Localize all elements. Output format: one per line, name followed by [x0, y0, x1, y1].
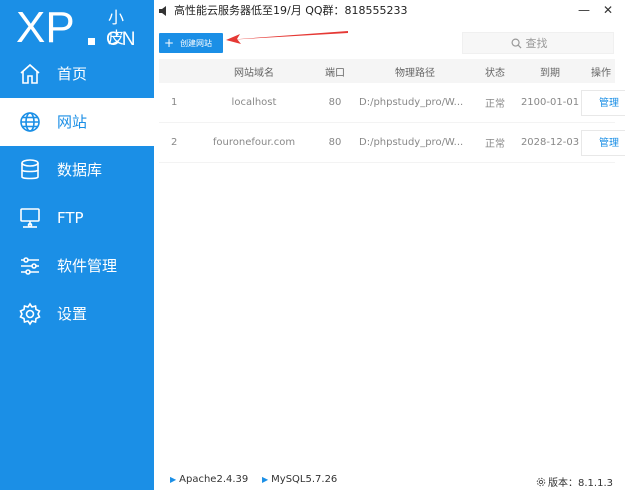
- sidebar-item-website[interactable]: 网站: [0, 98, 154, 146]
- apache-status[interactable]: ▶ Apache2.4.39: [170, 474, 248, 486]
- speaker-icon: [159, 6, 166, 16]
- server-icon: [20, 208, 40, 228]
- row-path[interactable]: D:/phpstudy_pro/W...: [353, 137, 477, 148]
- version-label: 版本：8.1.1.3: [548, 478, 613, 489]
- plus-icon: +: [164, 36, 175, 50]
- sidebar: XP 小皮 CN 首页 网站 数据库 FTP 软件管理 设置: [0, 0, 154, 490]
- database-icon: [21, 159, 39, 180]
- version-info: 版本：8.1.1.3: [536, 474, 613, 489]
- row-port: 80: [328, 97, 342, 108]
- manage-button[interactable]: 管理: [581, 89, 625, 116]
- top-notice-bar: 高性能云服务器低至19/月 QQ群：818555233 — ✕: [154, 0, 625, 24]
- row-expiry: 2100-01-01: [520, 97, 580, 108]
- sidebar-item-label: 软件管理: [57, 257, 118, 275]
- play-icon: ▶: [170, 475, 177, 484]
- row-action: 管理: [581, 89, 625, 116]
- sidebar-item-home[interactable]: 首页: [0, 50, 154, 98]
- row-domain[interactable]: localhost: [191, 97, 317, 108]
- row-port: 80: [328, 137, 342, 148]
- table-header: 网站域名 端口 物理路径 状态 到期 操作: [159, 59, 615, 83]
- header-status: 状态: [485, 67, 505, 79]
- sidebar-nav: 首页 网站 数据库 FTP 软件管理 设置: [0, 50, 154, 338]
- logo-dot: [88, 38, 95, 45]
- annotation-arrow: [226, 31, 348, 44]
- header-path: 物理路径: [395, 67, 435, 79]
- table-row: 1 localhost 80 D:/phpstudy_pro/W... 正常 2…: [159, 83, 625, 123]
- website-table: 网站域名 端口 物理路径 状态 到期 操作 1 localhost 80 D:/…: [159, 59, 625, 163]
- logo-main: XP: [16, 3, 75, 52]
- row-status: 正常: [485, 139, 505, 150]
- header-port: 端口: [325, 67, 345, 79]
- row-index: 1: [171, 97, 178, 108]
- mysql-status[interactable]: ▶ MySQL5.7.26: [262, 474, 337, 486]
- home-icon: [20, 63, 40, 84]
- row-action: 管理: [581, 129, 625, 156]
- search-input[interactable]: [525, 36, 566, 50]
- gear-icon: [19, 302, 41, 326]
- close-button[interactable]: ✕: [600, 2, 616, 18]
- sidebar-item-label: 首页: [57, 65, 88, 83]
- row-status: 正常: [485, 99, 505, 110]
- gear-icon: [536, 477, 546, 487]
- globe-icon: [20, 112, 40, 132]
- sidebar-item-label: 数据库: [57, 161, 103, 179]
- mysql-label: MySQL5.7.26: [271, 474, 338, 485]
- apache-label: Apache2.4.39: [179, 474, 249, 485]
- row-domain[interactable]: fouronefour.com: [191, 137, 317, 148]
- notice-text[interactable]: 高性能云服务器低至19/月 QQ群：818555233: [174, 4, 408, 18]
- header-expiry: 到期: [540, 67, 560, 79]
- row-path[interactable]: D:/phpstudy_pro/W...: [353, 97, 477, 108]
- sidebar-item-database[interactable]: 数据库: [0, 146, 154, 194]
- header-domain: 网站域名: [234, 67, 274, 79]
- sidebar-item-ftp[interactable]: FTP: [0, 194, 154, 242]
- header-action: 操作: [591, 67, 611, 79]
- row-index: 2: [171, 137, 178, 148]
- sidebar-item-label: FTP: [57, 209, 84, 227]
- create-website-button[interactable]: + 创建网站: [159, 33, 223, 53]
- sidebar-item-label: 设置: [57, 305, 88, 323]
- sidebar-item-label: 网站: [57, 113, 88, 131]
- play-icon: ▶: [262, 475, 269, 484]
- create-website-label: 创建网站: [180, 38, 213, 48]
- minimize-button[interactable]: —: [576, 2, 592, 18]
- status-footer: ▶ Apache2.4.39 ▶ MySQL5.7.26 版本：8.1.1.3: [154, 466, 625, 490]
- sliders-icon: [21, 257, 39, 275]
- row-expiry: 2028-12-03: [520, 137, 580, 148]
- table-row: 2 fouronefour.com 80 D:/phpstudy_pro/W..…: [159, 123, 625, 163]
- manage-button[interactable]: 管理: [581, 129, 625, 156]
- sidebar-item-software[interactable]: 软件管理: [0, 242, 154, 290]
- search-box[interactable]: [462, 32, 614, 54]
- logo-bottom: CN: [106, 29, 138, 50]
- sidebar-item-settings[interactable]: 设置: [0, 290, 154, 338]
- search-icon: [511, 38, 522, 49]
